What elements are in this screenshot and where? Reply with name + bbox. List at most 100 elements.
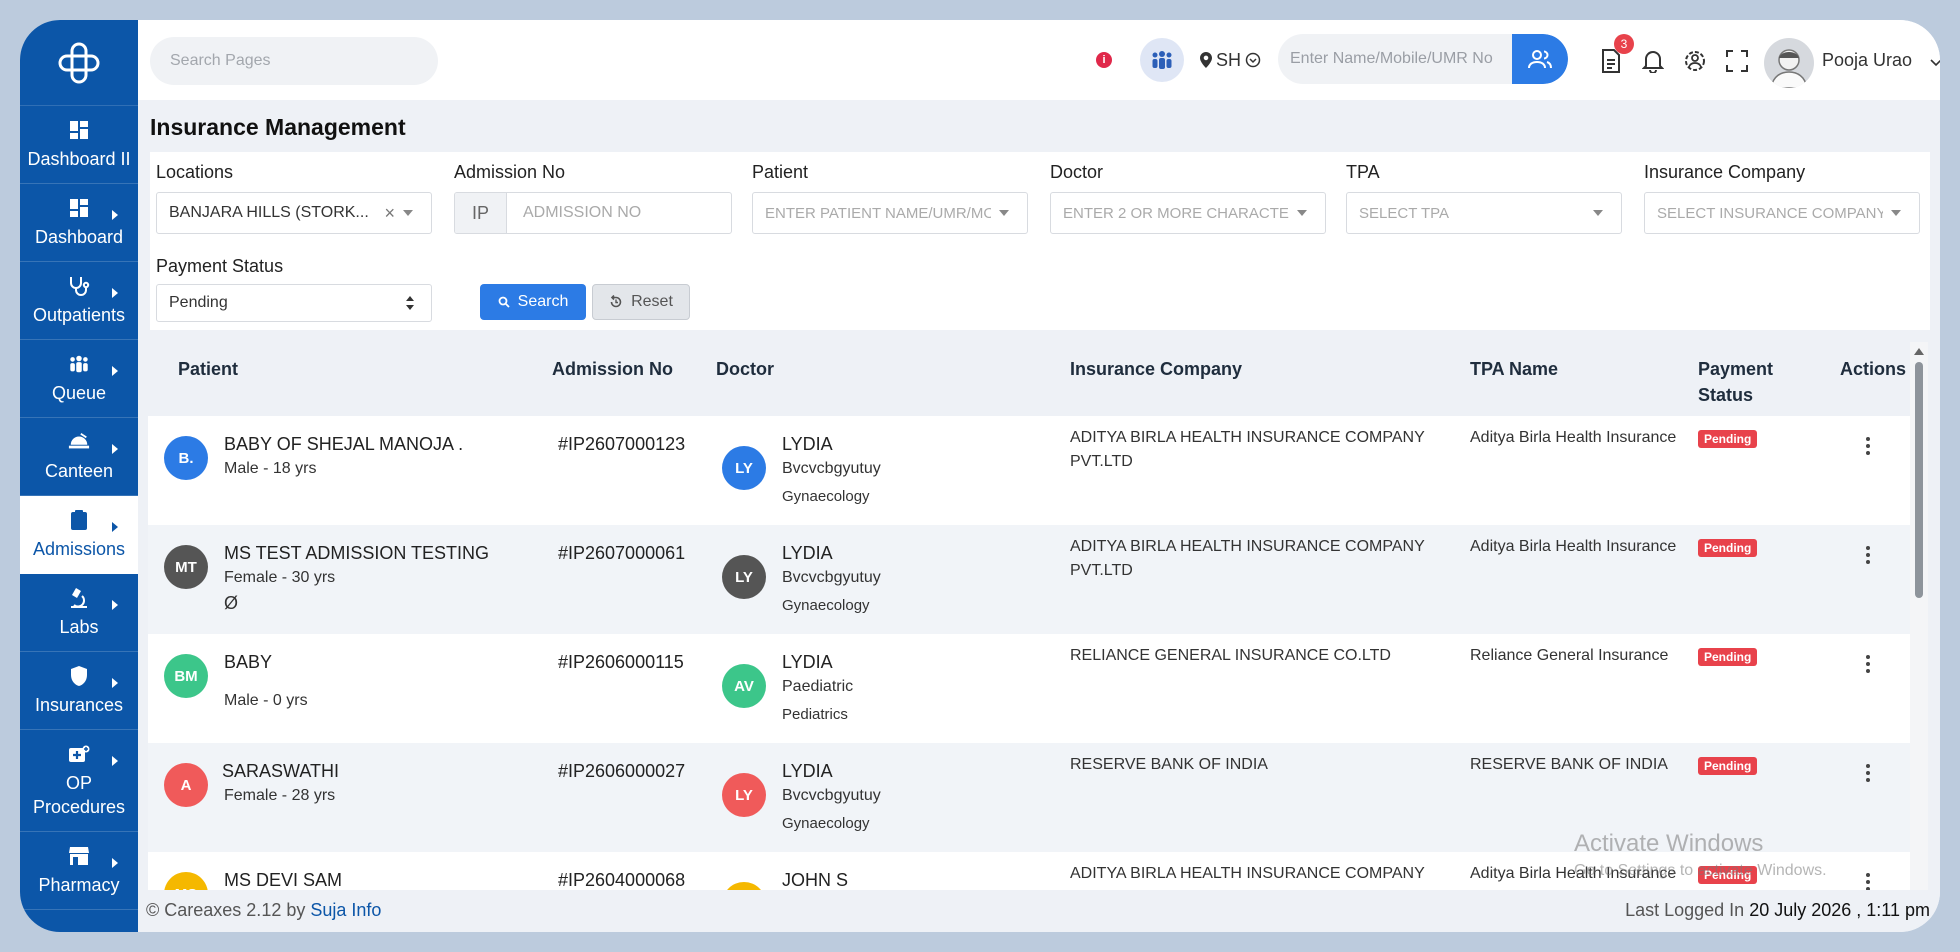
sidebar-item-labs[interactable]: Labs <box>20 574 138 652</box>
row-actions-kebab-icon[interactable] <box>1858 543 1878 567</box>
user-menu-chevron-icon[interactable] <box>1930 54 1940 72</box>
tpa-select[interactable]: SELECT TPA <box>1346 192 1622 234</box>
status-badge: Pending <box>1698 648 1758 666</box>
patient-name[interactable]: MS DEVI SAM <box>224 870 342 891</box>
doctor-avatar: LY <box>722 773 766 817</box>
chevron-down-circle-icon <box>1245 52 1261 68</box>
sidebar-item-label: Canteen <box>44 460 114 481</box>
header-doctor: Doctor <box>716 359 774 379</box>
admission-no[interactable]: #IP2607000061 <box>558 543 685 564</box>
tpa-name: Reliance General Insurance <box>1470 647 1669 664</box>
notifications-button[interactable] <box>1640 48 1666 74</box>
sidebar-item-label: Dashboard II <box>27 148 131 169</box>
sidebar-item-dashboard-ii[interactable]: Dashboard II <box>20 106 138 184</box>
page-title: Insurance Management <box>150 114 406 140</box>
patient-avatar: BM <box>164 654 208 698</box>
search-button-label: Search <box>517 293 569 310</box>
doctor-avatar: AV <box>722 664 766 708</box>
sidebar-item-pharmacy[interactable]: Pharmacy <box>20 832 138 910</box>
microscope-icon <box>68 587 90 609</box>
app-logo[interactable] <box>20 20 138 106</box>
scrollbar-thumb[interactable] <box>1915 362 1923 598</box>
table-row[interactable]: B. BABY OF SHEJAL MANOJA . Male - 18 yrs #I… <box>148 416 1910 525</box>
info-icon[interactable]: i <box>1096 52 1112 68</box>
settings-group-button[interactable] <box>1682 48 1708 74</box>
patient-name[interactable]: BABY OF SHEJAL MANOJA . <box>224 434 463 455</box>
doctor-select[interactable]: ENTER 2 OR MORE CHARACTERS <box>1050 192 1326 234</box>
admission-no[interactable]: #IP2606000027 <box>558 761 685 782</box>
table-row[interactable]: A SARASWATHI Female - 28 yrs #IP2606000027 L… <box>148 743 1910 852</box>
documents-button[interactable]: 3 <box>1598 34 1634 74</box>
header-tpa-name: TPA Name <box>1470 359 1559 379</box>
sidebar-item-queue[interactable]: Queue <box>20 340 138 418</box>
table-row[interactable]: BM BABY Male - 0 yrs #IP2606000115 AV LYDIA Pa… <box>148 634 1910 743</box>
queue-people-button[interactable] <box>1140 38 1184 82</box>
admission-prefix: IP <box>455 193 507 233</box>
fullscreen-button[interactable] <box>1724 48 1750 74</box>
row-actions-kebab-icon[interactable] <box>1858 652 1878 676</box>
search-pages-input[interactable] <box>150 37 438 85</box>
patient-select[interactable]: ENTER PATIENT NAME/UMR/MOBILE <box>752 192 1028 234</box>
doctor-specialty: Pediatrics <box>782 706 848 723</box>
payment-status-value: Pending <box>169 294 228 311</box>
sidebar-item-label: Queue <box>51 382 107 403</box>
people-icon <box>68 353 90 375</box>
admission-no[interactable]: #IP2606000115 <box>558 652 684 673</box>
row-actions-kebab-icon[interactable] <box>1858 761 1878 785</box>
sidebar-item-canteen[interactable]: Canteen <box>20 418 138 496</box>
patient-placeholder: ENTER PATIENT NAME/UMR/MOBILE <box>765 204 991 222</box>
company-link[interactable]: Suja Info <box>310 900 381 920</box>
sidebar-item-label: OP Procedures <box>32 772 126 817</box>
sidebar-item-outpatients[interactable]: Outpatients <box>20 262 138 340</box>
sidebar-item-op-procedures[interactable]: OP Procedures <box>20 730 138 832</box>
insurance-company-select[interactable]: SELECT INSURANCE COMPANY <box>1644 192 1920 234</box>
sidebar-item-admissions[interactable]: Admissions <box>20 496 138 574</box>
reset-button[interactable]: Reset <box>592 284 690 320</box>
admission-no[interactable]: #IP2607000123 <box>558 434 685 455</box>
top-bar: i SH 3 <box>138 20 1940 100</box>
patient-name[interactable]: SARASWATHI <box>222 761 339 782</box>
chevron-right-icon <box>112 756 118 766</box>
doctor-name: LYDIA <box>782 652 833 672</box>
dropdown-caret-icon <box>999 210 1009 216</box>
chevron-right-icon <box>112 858 118 868</box>
doctor-name: LYDIA <box>782 761 833 781</box>
user-avatar[interactable] <box>1764 38 1814 88</box>
footer-copyright: © Careaxes 2.12 by Suja Info <box>146 900 381 921</box>
table-row[interactable]: MT MS TEST ADMISSION TESTING Female - 30 y… <box>148 525 1910 634</box>
sidebar-item-insurances[interactable]: Insurances <box>20 652 138 730</box>
chevron-right-icon <box>112 366 118 376</box>
dropdown-caret-icon <box>1891 210 1901 216</box>
umr-search-input[interactable] <box>1278 34 1510 84</box>
umr-search-button[interactable] <box>1512 34 1568 84</box>
location-selector[interactable]: SH <box>1200 48 1261 72</box>
sidebar-item-dashboard[interactable]: Dashboard <box>20 184 138 262</box>
patient-name[interactable]: BABY <box>224 652 272 673</box>
clear-icon[interactable]: × <box>384 203 395 224</box>
locations-select[interactable]: BANJARA HILLS (STORK... × <box>156 192 432 234</box>
row-actions-kebab-icon[interactable] <box>1858 434 1878 458</box>
sidebar-item-label: Insurances <box>34 694 124 715</box>
chevron-right-icon <box>112 210 118 220</box>
patient-avatar: MT <box>164 545 208 589</box>
chevron-right-icon <box>112 678 118 688</box>
fullscreen-icon <box>1726 50 1748 72</box>
chevron-right-icon <box>112 444 118 454</box>
insurance-company: RELIANCE GENERAL INSURANCE CO.LTD <box>1070 647 1391 664</box>
last-logged-label: Last Logged In <box>1625 900 1745 920</box>
admission-no-field[interactable]: IP ADMISSION NO <box>454 192 732 234</box>
store-icon <box>68 845 90 867</box>
search-button[interactable]: Search <box>480 284 586 320</box>
doctor-specialty: Gynaecology <box>782 488 870 505</box>
admission-no[interactable]: #IP2604000068 <box>558 870 685 891</box>
table-scrollbar[interactable] <box>1910 342 1928 910</box>
scroll-up-arrow-icon[interactable] <box>1914 348 1924 355</box>
insurance-company-placeholder: SELECT INSURANCE COMPANY <box>1657 204 1883 222</box>
user-name[interactable]: Pooja Urao <box>1822 50 1912 71</box>
patient-extra: Ø <box>224 593 239 613</box>
umr-search <box>1278 34 1568 84</box>
patient-name[interactable]: MS TEST ADMISSION TESTING <box>224 543 489 564</box>
header-patient: Patient <box>178 359 239 379</box>
doctor-qualification: Paediatric <box>782 678 854 695</box>
payment-status-select[interactable]: Pending <box>156 284 432 322</box>
